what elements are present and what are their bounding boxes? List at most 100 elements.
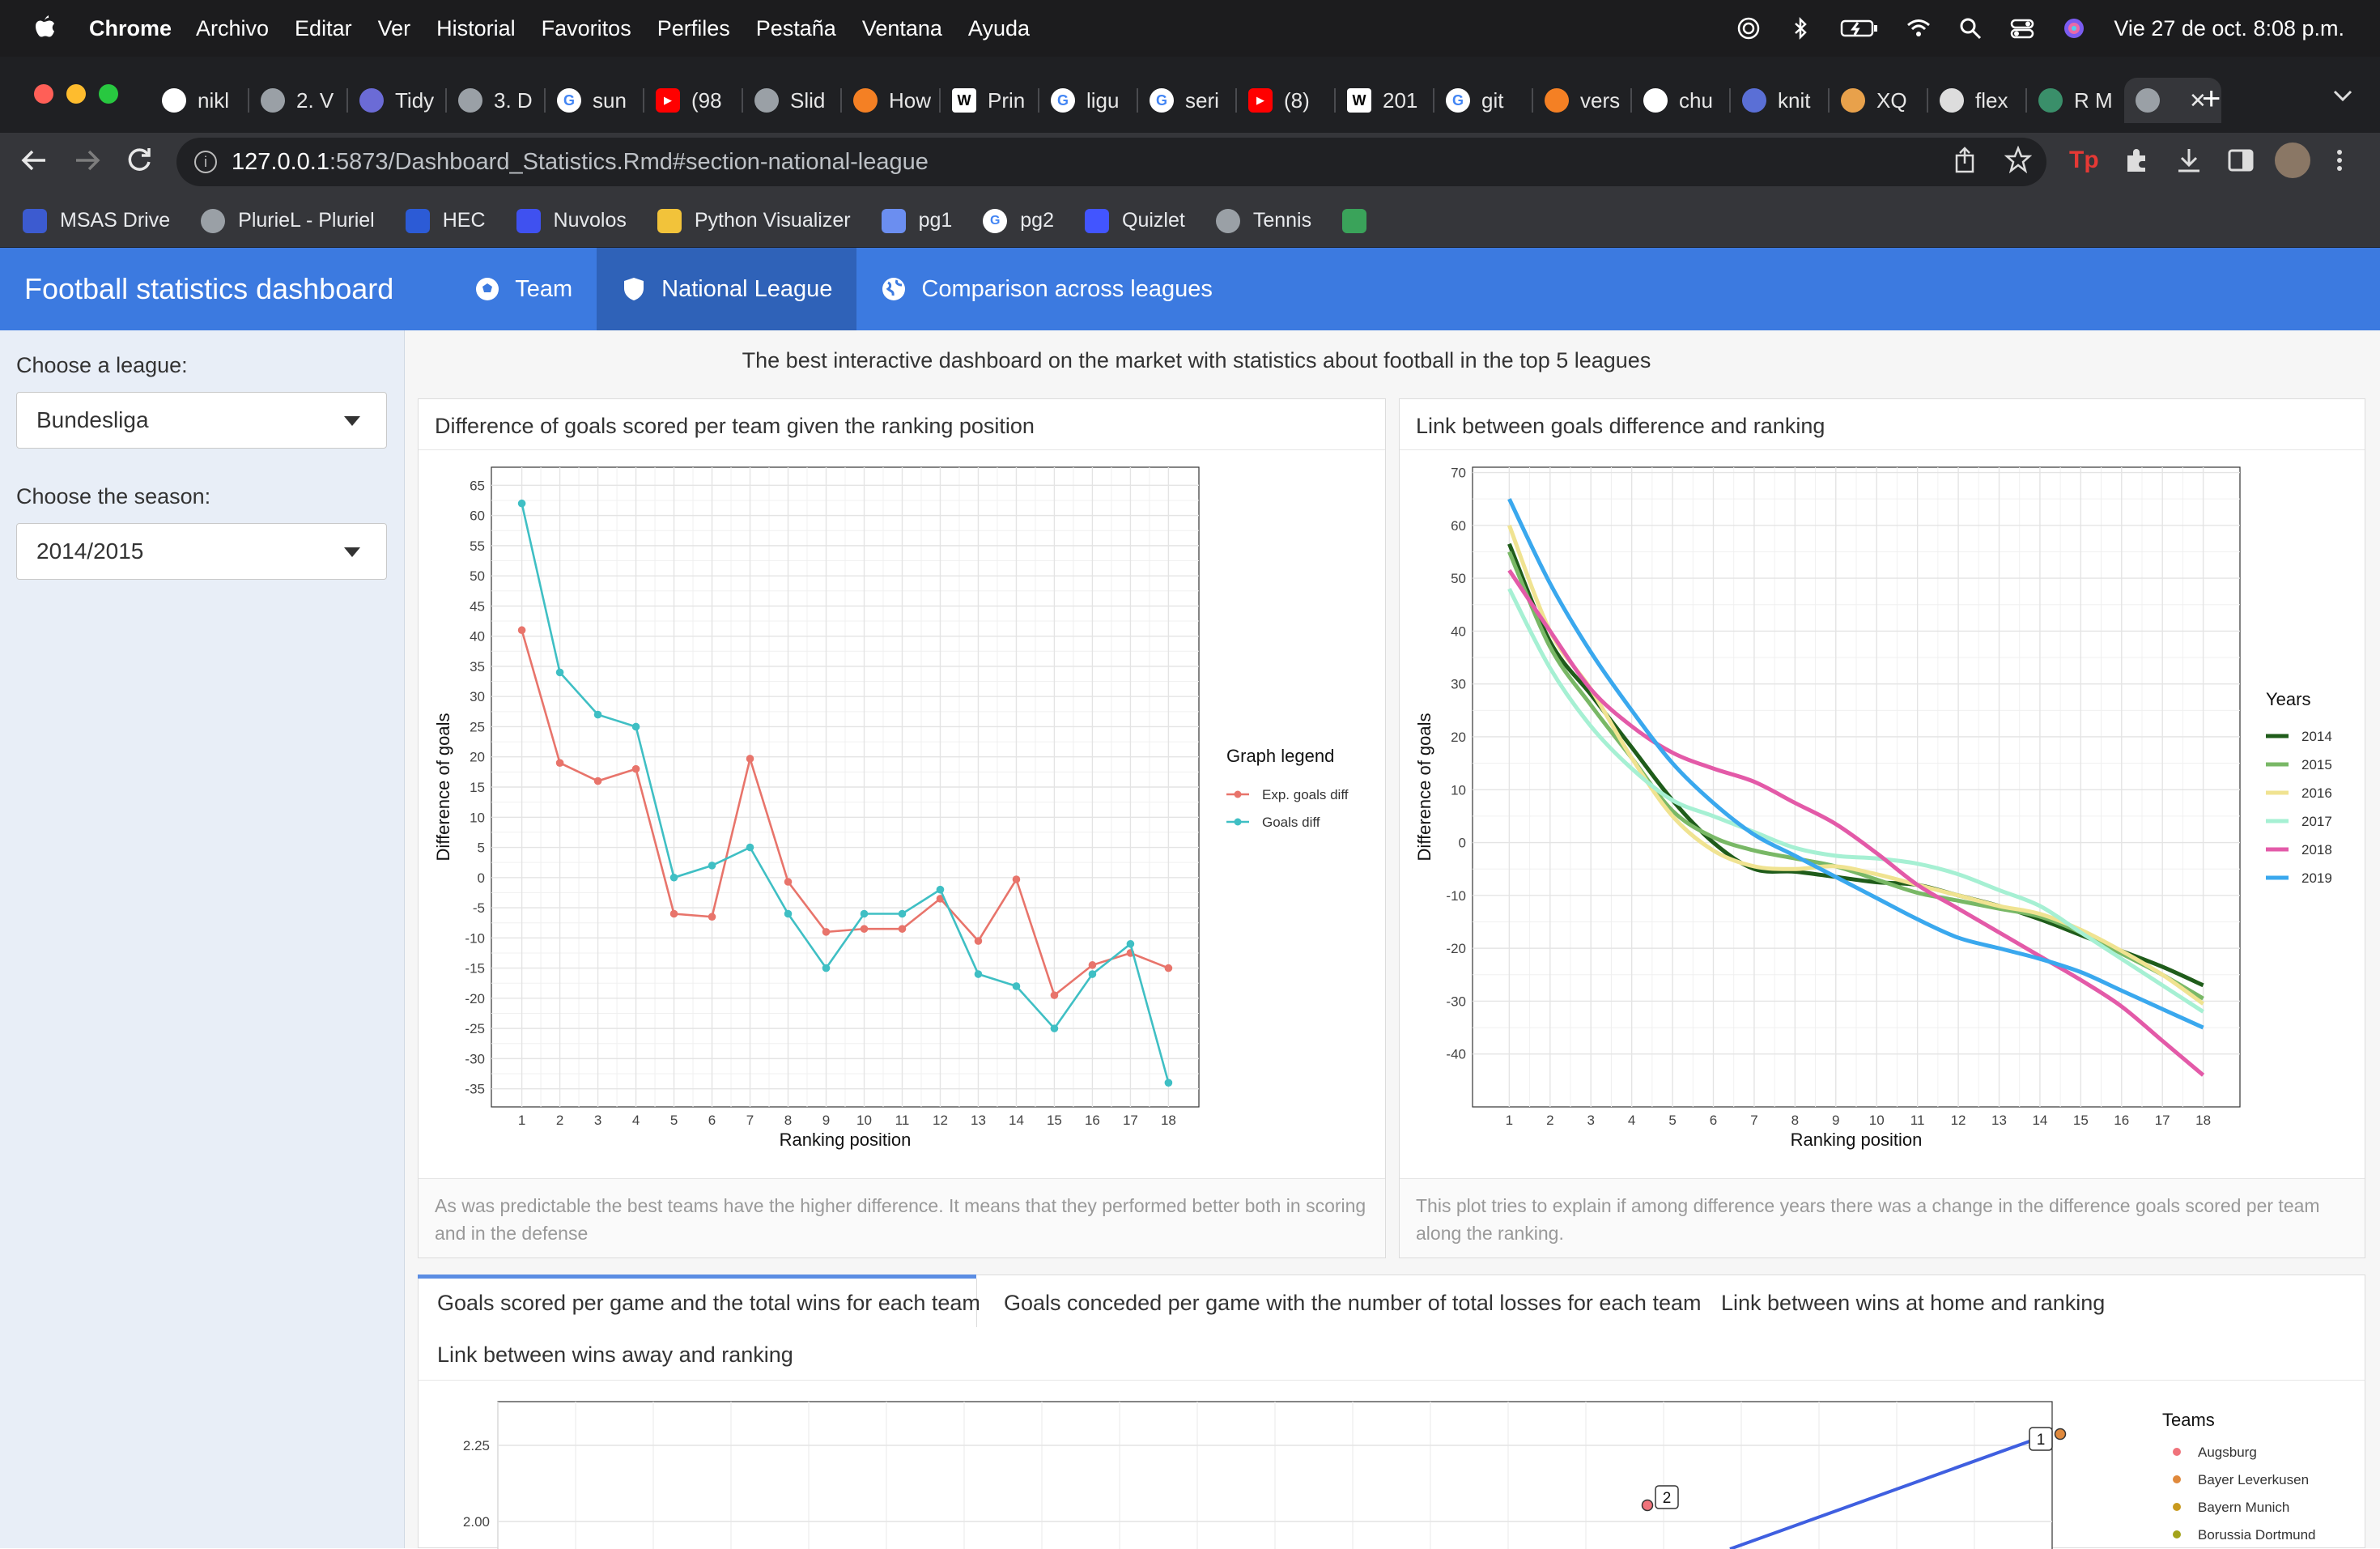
dashboard-title[interactable]: Football statistics dashboard	[24, 272, 393, 306]
browser-tab[interactable]: ▶ (98	[644, 78, 742, 123]
browser-tab[interactable]: chu	[1632, 78, 1729, 123]
menu-perfiles[interactable]: Perfiles	[657, 16, 730, 41]
goal-diff-years-chart[interactable]: 706050403020100-10-20-30-401 2 3 4 5 6 7 8 9 10 11…	[1400, 451, 2366, 1170]
airdrop-icon[interactable]	[1736, 16, 1761, 40]
browser-tab[interactable]: 3. D	[447, 78, 544, 123]
browser-tab[interactable]: W Prin	[941, 78, 1038, 123]
browser-tab[interactable]: vers	[1533, 78, 1630, 123]
control-center-icon[interactable]	[2010, 16, 2034, 40]
site-icon	[2038, 88, 2063, 113]
y-tick-label: -10	[1446, 888, 1466, 904]
browser-tab[interactable]: ▶ (8)	[1237, 78, 1334, 123]
browser-tab[interactable]: nikl	[151, 78, 248, 123]
profile-avatar[interactable]	[2275, 143, 2310, 178]
league-select[interactable]: Bundesliga	[16, 392, 387, 449]
bookmark-item[interactable]: MSAS Drive	[23, 208, 170, 233]
x-tick-label: 8	[1791, 1113, 1799, 1128]
address-bar[interactable]: i 127.0.0.1:5873/Dashboard_Statistics.Rm…	[176, 138, 2046, 186]
legend-label: Goals diff	[1262, 815, 1320, 830]
bookmark-item[interactable]	[1342, 208, 1379, 233]
spotlight-search-icon[interactable]	[1958, 16, 1983, 40]
menu-editar[interactable]: Editar	[295, 16, 352, 41]
tab-goals-conceded[interactable]: Goals conceded per game with the number …	[1004, 1291, 1701, 1316]
y-tick-label: -10	[465, 930, 485, 946]
bookmark-item[interactable]: HEC	[405, 208, 486, 233]
tp-extension-icon[interactable]: Tp	[2069, 146, 2099, 175]
nav-tab-comparison[interactable]: Comparison across leagues	[856, 248, 1236, 330]
bookmark-item[interactable]: Python Visualizer	[657, 208, 851, 233]
goal-diff-chart[interactable]: 65605550454035302520151050-5-10-15-20-25…	[419, 451, 1387, 1170]
bluetooth-icon[interactable]	[1788, 16, 1813, 40]
side-panel-icon[interactable]	[2226, 146, 2255, 175]
menu-favoritos[interactable]: Favoritos	[542, 16, 631, 41]
battery-icon[interactable]	[1840, 16, 1879, 40]
x-tick-label: 15	[2073, 1113, 2089, 1128]
browser-tab[interactable]: knit	[1731, 78, 1828, 123]
bookmark-item[interactable]: PlurieL - Pluriel	[201, 208, 375, 233]
tab-search-chevron-icon[interactable]	[2331, 87, 2354, 104]
window-zoom-button[interactable]	[99, 84, 118, 104]
nav-tab-national-league[interactable]: National League	[597, 248, 857, 330]
menu-ver[interactable]: Ver	[378, 16, 411, 41]
browser-tab[interactable]: Gsun	[546, 78, 643, 123]
wifi-icon[interactable]	[1906, 16, 1931, 40]
menu-ventana[interactable]: Ventana	[862, 16, 942, 41]
season-select[interactable]: 2014/2015	[16, 523, 387, 580]
menu-historial[interactable]: Historial	[436, 16, 516, 41]
legend-label: Exp. goals diff	[1262, 787, 1349, 802]
new-tab-button[interactable]: +	[2202, 83, 2221, 115]
quizlet-icon	[1085, 208, 1109, 233]
menubar-clock[interactable]: Vie 27 de oct. 8:08 p.m.	[2114, 16, 2344, 41]
bookmark-item[interactable]: pg1	[881, 208, 952, 233]
y-tick-label: 45	[470, 598, 485, 614]
browser-tab[interactable]: W 201	[1336, 78, 1433, 123]
menu-app-name[interactable]: Chrome	[89, 16, 172, 41]
bookmark-item[interactable]: Gpg2	[983, 208, 1054, 233]
menu-ayuda[interactable]: Ayuda	[968, 16, 1030, 41]
menu-pestana[interactable]: Pestaña	[756, 16, 836, 41]
browser-tab[interactable]: R M	[2027, 78, 2124, 123]
bookmark-star-icon[interactable]	[2004, 146, 2032, 173]
browser-tab[interactable]: Tidy	[348, 78, 445, 123]
point-label: 1	[2037, 1432, 2046, 1449]
youtube-icon: ▶	[656, 88, 680, 113]
python-icon	[657, 208, 682, 233]
goals-scored-chart[interactable]: 2.25 2.00 1 2 Teams Augsburg Bayer Leverkusen B…	[419, 1381, 2366, 1549]
browser-tab[interactable]: Ggit	[1434, 78, 1532, 123]
browser-tab[interactable]: How	[842, 78, 939, 123]
google-icon: G	[1150, 88, 1174, 113]
share-icon[interactable]	[1953, 146, 1977, 175]
y-tick-label: 60	[1451, 518, 1466, 534]
bookmark-item[interactable]: Quizlet	[1085, 208, 1185, 233]
browser-tab[interactable]: 2. V	[249, 78, 346, 123]
apple-icon[interactable]	[31, 13, 57, 44]
legend-label: 2015	[2301, 757, 2332, 772]
tab-list: nikl 2. V Tidy 3. D Gsun ▶ (98 Slid How W Prin Glig…	[151, 78, 2221, 123]
browser-tab-label: git	[1481, 87, 1504, 113]
back-arrow-icon[interactable]	[16, 144, 52, 177]
tab-wins-away[interactable]: Link between wins away and ranking	[437, 1343, 793, 1368]
bookmark-label: Nuvolos	[553, 209, 627, 232]
tab-wins-home[interactable]: Link between wins at home and ranking	[1721, 1291, 2105, 1316]
bookmark-item[interactable]: Nuvolos	[516, 208, 627, 233]
forward-arrow-icon[interactable]	[70, 144, 105, 177]
window-minimize-button[interactable]	[66, 84, 86, 104]
bookmark-item[interactable]: Tennis	[1215, 208, 1311, 233]
chrome-menu-icon[interactable]	[2331, 146, 2348, 175]
browser-tab-label: 201	[1383, 87, 1418, 113]
reload-icon[interactable]	[121, 144, 157, 177]
download-icon[interactable]	[2174, 146, 2204, 175]
browser-tab[interactable]: Gligu	[1039, 78, 1137, 123]
extensions-puzzle-icon[interactable]	[2123, 146, 2152, 175]
siri-icon[interactable]	[2062, 16, 2086, 40]
browser-tab[interactable]: XQ	[1830, 78, 1927, 123]
data-point	[517, 499, 526, 508]
menu-archivo[interactable]: Archivo	[196, 16, 269, 41]
nav-tab-team[interactable]: Team	[450, 248, 597, 330]
window-close-button[interactable]	[34, 84, 53, 104]
browser-tab[interactable]: flex	[1928, 78, 2025, 123]
tab-goals-scored[interactable]: Goals scored per game and the total wins…	[437, 1291, 980, 1316]
site-info-icon[interactable]: i	[194, 151, 217, 173]
browser-tab[interactable]: Slid	[743, 78, 840, 123]
browser-tab[interactable]: Gseri	[1138, 78, 1235, 123]
